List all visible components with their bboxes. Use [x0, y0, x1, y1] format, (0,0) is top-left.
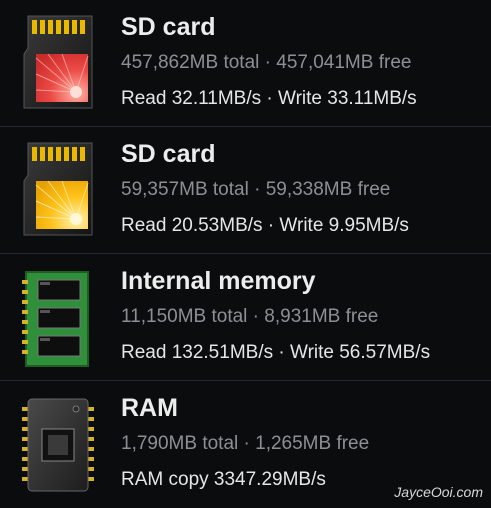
item-speed: Read 32.11MB/s · Write 33.11MB/s [121, 88, 417, 109]
item-speed: Read 20.53MB/s · Write 9.95MB/s [121, 215, 409, 236]
item-capacity: 1,790MB total · 1,265MB free [121, 433, 370, 454]
item-capacity: 11,150MB total · 8,931MB free [121, 306, 379, 327]
memory-module-icon [20, 268, 96, 368]
watermark: JayceOoi.com [394, 484, 483, 500]
item-title: SD card [121, 140, 216, 168]
item-capacity: 457,862MB total · 457,041MB free [121, 52, 412, 73]
item-title: RAM [121, 394, 178, 422]
list-item-internal-memory[interactable]: Internal memory 11,150MB total · 8,931MB… [0, 254, 491, 381]
item-title: SD card [121, 13, 216, 41]
list-item-sd-card-1[interactable]: SD card 457,862MB total · 457,041MB free… [0, 0, 491, 127]
sd-card-yellow-icon [20, 141, 96, 241]
item-capacity: 59,357MB total · 59,338MB free [121, 179, 391, 200]
ram-chip-icon [20, 395, 96, 495]
item-speed: Read 132.51MB/s · Write 56.57MB/s [121, 342, 431, 363]
item-speed: RAM copy 3347.29MB/s [121, 469, 326, 490]
storage-list: SD card 457,862MB total · 457,041MB free… [0, 0, 491, 508]
sd-card-red-icon [20, 14, 96, 114]
list-item-sd-card-2[interactable]: SD card 59,357MB total · 59,338MB free R… [0, 127, 491, 254]
item-title: Internal memory [121, 267, 316, 295]
